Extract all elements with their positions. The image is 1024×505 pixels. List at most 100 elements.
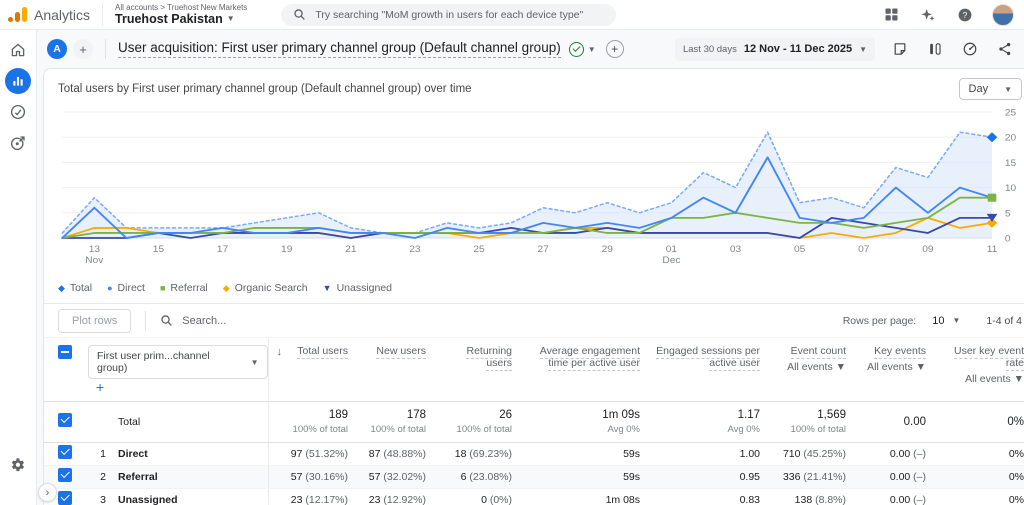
pagination-range: 1-4 of 4 xyxy=(986,314,1023,327)
nav-home-icon[interactable] xyxy=(0,38,36,62)
diamond-marker-icon: ◆ xyxy=(222,282,230,293)
totals-metric: 26 100% of total xyxy=(438,401,525,443)
column-header-user-key-event-rate[interactable]: User key event rate All events ▼ xyxy=(938,338,1024,402)
table-row-unassigned: 3 Unassigned 23 (12.17%) 23 (12.92%) 0 (0%) 1… xyxy=(44,488,1024,505)
notes-icon[interactable] xyxy=(890,39,910,59)
report-header: A + User acquisition: First user primary… xyxy=(43,30,1024,68)
totals-metric: 189 100% of total xyxy=(267,401,361,443)
add-dimension-button[interactable]: + xyxy=(96,379,104,395)
totals-checkbox[interactable] xyxy=(58,412,72,427)
gauge-icon[interactable] xyxy=(960,39,980,59)
event-filter-select[interactable]: All events ▼ xyxy=(772,361,846,373)
column-header-engaged-sessions-per-active-user[interactable]: Engaged sessions per active user xyxy=(652,338,772,402)
column-header-event-count[interactable]: Event count All events ▼ xyxy=(772,338,858,402)
report-title[interactable]: User acquisition: First user primary cha… xyxy=(118,40,561,58)
rows-per-page-select[interactable]: Rows per page: 10 ▼ xyxy=(843,315,961,327)
metric-cell: 59s xyxy=(524,465,653,489)
date-range-picker[interactable]: Last 30 days 12 Nov - 11 Dec 2025 ▼ xyxy=(674,37,876,61)
table-search-input[interactable]: Search... xyxy=(160,314,842,327)
svg-text:21: 21 xyxy=(345,244,356,255)
svg-text:09: 09 xyxy=(922,244,933,255)
share-icon[interactable] xyxy=(995,39,1015,59)
legend-item-unassigned: ▼ Unassigned xyxy=(322,282,393,294)
column-header-key-events[interactable]: Key events All events ▼ xyxy=(858,338,938,402)
metric-cell: 1m 08s xyxy=(524,488,653,505)
metric-cell: 138 (8.8%) xyxy=(772,488,859,505)
report-card: Total users by First user primary channe… xyxy=(43,68,1024,505)
rows-per-page-value: 10 xyxy=(932,314,945,327)
svg-text:29: 29 xyxy=(602,244,613,255)
metric-cell: 57 (32.02%) xyxy=(360,465,439,489)
granularity-select[interactable]: Day ▼ xyxy=(958,78,1023,100)
row-checkbox[interactable] xyxy=(58,490,72,505)
gemini-sparkle-icon[interactable] xyxy=(918,5,938,25)
metric-cell: 0% xyxy=(938,465,1024,489)
apps-grid-icon[interactable] xyxy=(881,5,901,25)
svg-text:5: 5 xyxy=(1005,209,1011,220)
dimension-select[interactable]: First user prim...channel group) ▼ xyxy=(88,345,268,379)
plot-rows-button[interactable]: Plot rows xyxy=(58,308,132,333)
metric-cell: 59s xyxy=(524,442,653,466)
search-placeholder: Try searching "MoM growth in users for e… xyxy=(315,8,584,21)
comparison-chip-a[interactable]: A xyxy=(47,39,67,59)
svg-text:03: 03 xyxy=(730,244,742,255)
metric-cell: 57 (30.16%) xyxy=(267,465,361,489)
expand-nav-button[interactable]: › xyxy=(38,483,57,502)
svg-text:Nov: Nov xyxy=(85,255,103,266)
saved-check-icon[interactable] xyxy=(568,41,584,57)
nav-reports-icon[interactable] xyxy=(0,68,36,94)
top-app-bar: Analytics All accounts > Truehost New Ma… xyxy=(0,0,1024,30)
metric-cell: 0.95 xyxy=(652,465,773,489)
svg-text:19: 19 xyxy=(281,244,292,255)
metric-cell: 0.00 (–) xyxy=(858,488,939,505)
totals-metric: 0.00 xyxy=(858,401,939,443)
nav-explore-icon[interactable] xyxy=(0,100,36,124)
svg-text:15: 15 xyxy=(1005,158,1017,169)
account-switcher[interactable]: All accounts > Truehost New Markets True… xyxy=(102,3,247,26)
row-checkbox[interactable] xyxy=(58,444,72,459)
nav-advertising-icon[interactable] xyxy=(0,131,36,155)
add-report-button[interactable]: + xyxy=(605,40,624,58)
event-filter-select[interactable]: All events ▼ xyxy=(938,373,1024,385)
event-filter-select[interactable]: All events ▼ xyxy=(858,361,926,373)
row-checkbox[interactable] xyxy=(58,467,72,482)
metric-cell: 23 (12.92%) xyxy=(360,488,439,505)
square-marker-icon: ■ xyxy=(159,282,166,293)
totals-metric: 178 100% of total xyxy=(360,401,439,443)
add-comparison-button[interactable]: + xyxy=(73,39,93,59)
select-all-checkbox[interactable] xyxy=(58,345,72,359)
column-header-new-users[interactable]: New users xyxy=(360,338,438,402)
global-search-input[interactable]: Try searching "MoM growth in users for e… xyxy=(281,3,617,26)
totals-label: Total xyxy=(118,401,269,443)
legend-item-direct: ● Direct xyxy=(107,282,145,294)
svg-text:05: 05 xyxy=(794,244,806,255)
admin-gear-icon[interactable] xyxy=(10,457,27,479)
totals-metric: 1.17 Avg 0% xyxy=(652,401,773,443)
column-header-total-users[interactable]: ↓ Total users xyxy=(267,338,361,402)
channel-name: Referral xyxy=(118,465,269,489)
main-content: A + User acquisition: First user primary… xyxy=(37,30,1024,505)
svg-text:27: 27 xyxy=(538,244,549,255)
timeseries-chart: 0 5 10 15 20 25 13 Nov 15 17 19 21 23 25 27 29 01 Dec 03 05… xyxy=(44,102,1024,279)
breadcrumb: All accounts > Truehost New Markets xyxy=(115,3,248,12)
chevron-down-icon: ▼ xyxy=(1004,84,1013,94)
column-header-average-engagement-time-per-active-user[interactable]: Average engagement time per active user xyxy=(524,338,652,402)
metric-cell: 1.00 xyxy=(652,442,773,466)
metric-cell: 87 (48.88%) xyxy=(360,442,439,466)
column-header-returning-users[interactable]: Returning users xyxy=(438,338,524,402)
chevron-down-icon: ▼ xyxy=(250,357,259,367)
help-icon[interactable]: ? xyxy=(955,5,975,25)
comparison-icon[interactable] xyxy=(925,39,945,59)
search-icon xyxy=(161,315,173,326)
channel-name: Unassigned xyxy=(118,488,269,505)
metric-cell: 18 (69.23%) xyxy=(438,442,525,466)
user-avatar[interactable] xyxy=(992,3,1014,26)
svg-text:13: 13 xyxy=(89,244,101,255)
metric-cell: 6 (23.08%) xyxy=(438,465,525,489)
svg-text:07: 07 xyxy=(858,244,869,255)
table-search-placeholder: Search... xyxy=(182,314,227,327)
chevron-down-icon[interactable]: ▼ xyxy=(588,45,596,54)
svg-text:0: 0 xyxy=(1005,234,1011,245)
svg-text:25: 25 xyxy=(473,244,485,255)
acquisition-table: First user prim...channel group) ▼ + ↓ To… xyxy=(44,338,1024,505)
